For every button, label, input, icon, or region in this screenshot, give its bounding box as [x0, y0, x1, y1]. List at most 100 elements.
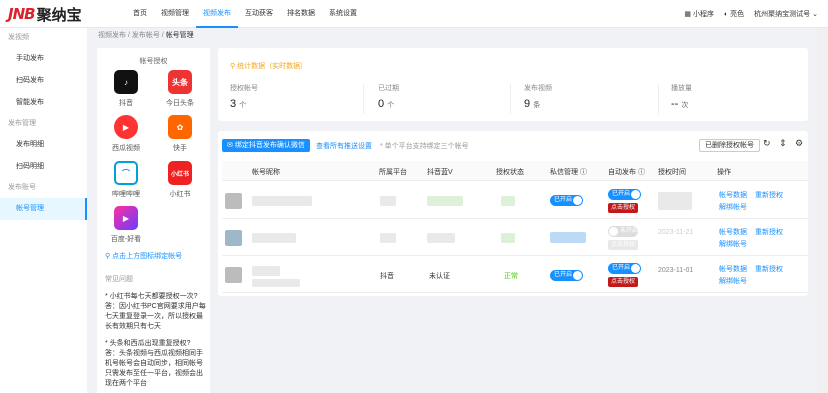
sidebar-item-account-manage[interactable]: 帐号管理: [0, 198, 87, 220]
sidebar-group-publish-manage: 发布管理: [8, 120, 36, 127]
auto-publish-toggle[interactable]: 已开启: [608, 263, 641, 274]
bind-tip-text: 点击上方图标绑定帐号: [112, 253, 183, 260]
reauthorize-link[interactable]: 重新授权: [755, 264, 783, 274]
account-data-link[interactable]: 帐号数据: [719, 227, 747, 237]
table-row: 已开启 已开启 点击授权 帐号数据 重新授权 解绑帐号: [222, 183, 808, 219]
blurred-status: [501, 233, 515, 243]
stat-value: -- 次: [671, 98, 689, 110]
chevron-down-icon: ⌄: [812, 11, 818, 18]
account-data-link[interactable]: 帐号数据: [719, 264, 747, 274]
theme-toggle[interactable]: ◐ 亮色: [724, 9, 744, 19]
col-platform: 所属平台: [379, 169, 407, 176]
stat-videos: 发布视频 9 条: [524, 83, 552, 110]
sidebar-item-manual-publish[interactable]: 手动发布: [0, 48, 87, 70]
bind-tip: ⚲ 点击上方图标绑定帐号: [105, 251, 182, 261]
faq-question: * 头条和西瓜出现重复授权?: [105, 340, 191, 347]
blurred-nickname: [252, 233, 296, 243]
unbind-link[interactable]: 解绑帐号: [719, 239, 747, 249]
sidebar-item-smart-publish[interactable]: 智能发布: [0, 92, 87, 114]
dm-toggle[interactable]: 已开启: [550, 270, 583, 281]
sidebar-item-publish-detail[interactable]: 发布明细: [0, 134, 87, 156]
qr-icon: ▦: [684, 11, 692, 18]
main-nav: 首页 视频管理 视频发布 互动获客 排名数据 系统设置: [126, 0, 364, 28]
stat-label: 授权帐号: [230, 85, 258, 92]
table-row: 抖音 未认证 正常 已开启 已开启 点击授权 2023-11-01 帐号数据 重…: [222, 257, 808, 293]
faq-title: 常见问题: [105, 276, 133, 283]
mini-program-button[interactable]: ▦ 小程序: [684, 9, 714, 19]
table-header: 帐号昵称 所属平台 抖音蓝V 授权状态 私信管理 ⓘ 自动发布 ⓘ 授权时间 操…: [222, 161, 808, 181]
logo-text: 聚纳宝: [36, 6, 82, 24]
sidebar: 发视频 手动发布 扫码发布 智能发布 发布管理 发布明细 扫码明细 发布账号 帐…: [0, 28, 87, 393]
account-data-link[interactable]: 帐号数据: [719, 190, 747, 200]
location-icon: ⚲: [230, 63, 236, 70]
reauthorize-link[interactable]: 重新授权: [755, 190, 783, 200]
auth-time: 2023-11-01: [658, 267, 694, 274]
sidebar-group-publish-account: 发布账号: [8, 184, 36, 191]
xiaohongshu-icon: 小红书: [168, 161, 192, 185]
bilibili-icon: ⌒: [114, 161, 138, 185]
logo-mark: JNB: [8, 5, 36, 23]
platform-baidu-haokan[interactable]: ▶ 百度-好看: [100, 206, 152, 244]
unbind-link[interactable]: 解绑帐号: [719, 276, 747, 286]
nav-video-publish[interactable]: 视频发布: [196, 0, 238, 28]
nav-settings[interactable]: 系统设置: [322, 0, 364, 28]
stat-value: 0 个: [378, 98, 395, 110]
theme-label: 亮色: [730, 11, 745, 18]
location-icon: ⚲: [105, 253, 111, 260]
platform-label: 哔哩哔哩: [112, 191, 140, 198]
platform-label: 西瓜视频: [112, 145, 140, 152]
blurred-nickname: [252, 266, 280, 276]
haokan-icon: ▶: [114, 206, 138, 230]
platform-label: 抖音: [119, 100, 133, 107]
auto-publish-toggle[interactable]: 未开启: [608, 226, 638, 237]
platform-bilibili[interactable]: ⌒ 哔哩哔哩: [100, 161, 152, 199]
faq-item: * 小红书每七天都要授权一次? 答：因小红书PC官网要求用户每七天重复登录一次，…: [105, 292, 208, 332]
view-rules-link[interactable]: 查看所有推送设置: [316, 141, 372, 151]
sidebar-item-scan-publish[interactable]: 扫码发布: [0, 70, 87, 92]
scrollbar[interactable]: [817, 28, 828, 393]
table-row: 未开启 点击授权 2023-11-21 帐号数据 重新授权 解绑帐号: [222, 220, 808, 256]
platform-label: 百度-好看: [110, 236, 142, 243]
stat-authorized: 授权帐号 3 个: [230, 83, 258, 110]
account-menu[interactable]: 杭州聚纳宝测试号 ⌄: [754, 9, 818, 19]
deleted-accounts-button[interactable]: 已删除授权帐号: [699, 139, 760, 152]
toutiao-icon: 头条: [168, 70, 192, 94]
authorize-button[interactable]: 点击授权: [608, 203, 639, 213]
platform-kuaishou[interactable]: ✿ 快手: [154, 115, 206, 153]
stat-label: 发布视频: [524, 85, 552, 92]
platform-xiaohongshu[interactable]: 小红书 小红书: [154, 161, 206, 199]
auto-publish-toggle[interactable]: 已开启: [608, 189, 641, 200]
nav-video-manage[interactable]: 视频管理: [154, 0, 196, 28]
gear-icon[interactable]: ⚙: [795, 138, 803, 149]
platform-toutiao[interactable]: 头条 今日头条: [154, 70, 206, 108]
nav-engagement[interactable]: 互动获客: [238, 0, 280, 28]
stats-card: ⚲ 统计数据（实时数据） 授权帐号 3 个 已过期 0 个 发布视频 9 条 播…: [218, 48, 808, 121]
nav-home[interactable]: 首页: [126, 0, 154, 28]
bind-wechat-button[interactable]: ✉ 绑定抖音发布确认微信: [222, 139, 310, 152]
kuaishou-icon: ✿: [168, 115, 192, 139]
nav-ranking[interactable]: 排名数据: [280, 0, 322, 28]
platform-label: 小红书: [169, 191, 191, 198]
platform-value: 抖音: [380, 273, 394, 280]
authorize-button[interactable]: 点击授权: [608, 277, 639, 287]
breadcrumb-item[interactable]: 发布帐号: [132, 32, 160, 39]
dm-toggle[interactable]: 已开启: [550, 195, 583, 206]
mini-program-label: 小程序: [692, 11, 714, 18]
blurred-nickname: [252, 279, 300, 287]
authorize-button[interactable]: 点击授权: [608, 240, 639, 250]
unbind-link[interactable]: 解绑帐号: [719, 202, 747, 212]
auth-panel-title: 帐号授权: [139, 58, 168, 65]
platform-xigua[interactable]: ▶ 西瓜视频: [100, 115, 152, 153]
platform-douyin[interactable]: ♪ 抖音: [100, 70, 152, 108]
column-height-icon[interactable]: ⇕: [779, 138, 787, 149]
col-bluev: 抖音蓝V: [427, 169, 453, 176]
reauthorize-link[interactable]: 重新授权: [755, 227, 783, 237]
top-bar: JNB 聚纳宝 首页 视频管理 视频发布 互动获客 排名数据 系统设置 ▦ 小程…: [0, 0, 828, 28]
refresh-icon[interactable]: ↻: [763, 138, 771, 149]
logo[interactable]: JNB 聚纳宝: [8, 5, 82, 24]
stat-label: 已过期: [378, 85, 399, 92]
sidebar-item-scan-detail[interactable]: 扫码明细: [0, 156, 87, 178]
breadcrumb-item[interactable]: 视频发布: [98, 32, 126, 39]
divider: [510, 84, 511, 114]
faq-question: * 小红书每七天都要授权一次?: [105, 293, 198, 300]
